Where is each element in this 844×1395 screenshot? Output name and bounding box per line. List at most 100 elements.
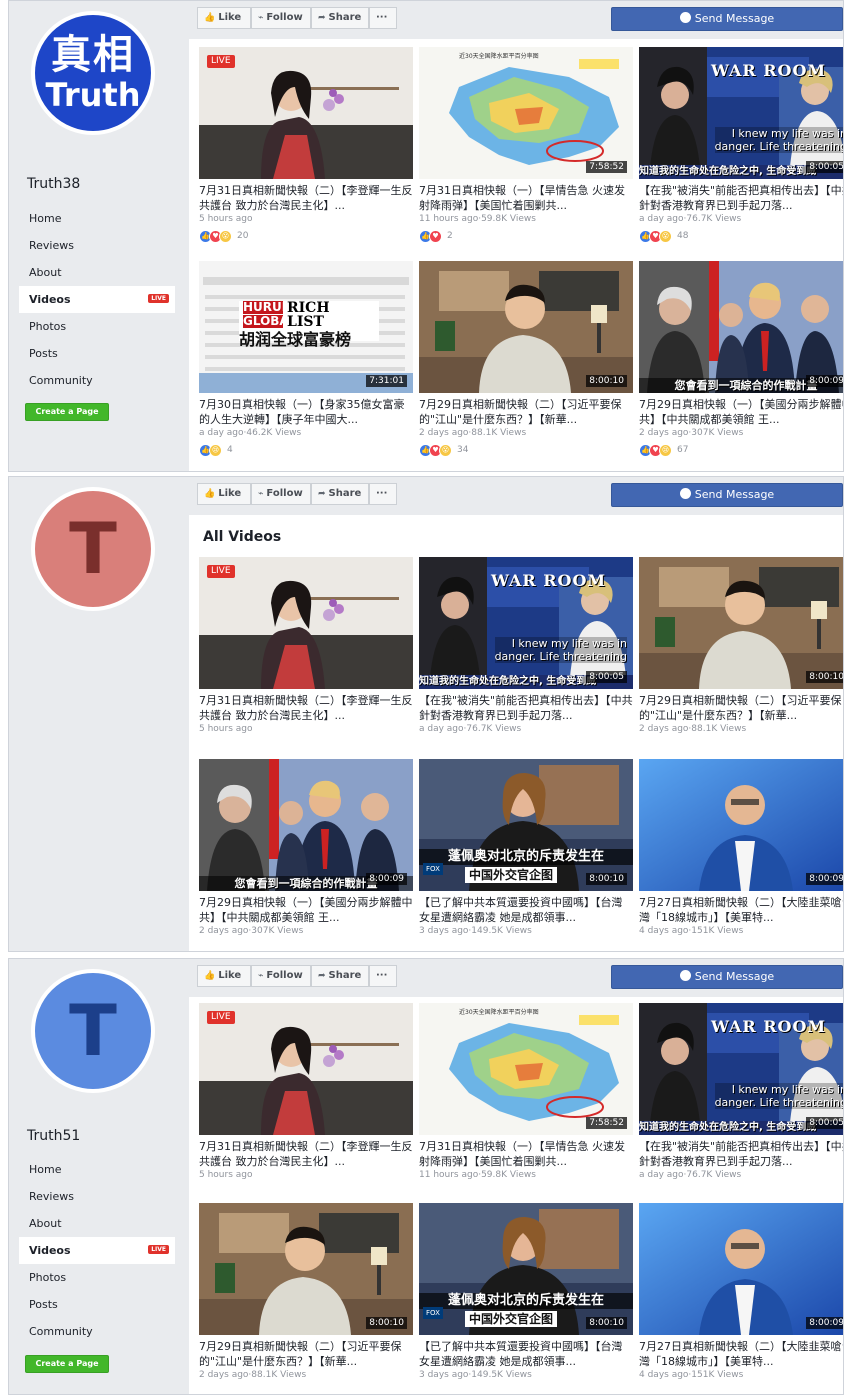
video-tile[interactable]: 蓬佩奥对北京的斥责发生在 中国外交官企图 FOX 8:00:10 【已了解中共本質還要投… bbox=[419, 759, 633, 949]
video-title[interactable]: 7月29日真相快報（一）【美國分兩步解體中共】【中共關成都美領館 王... bbox=[199, 895, 413, 925]
nav-item-videos[interactable]: Videos LIVE bbox=[19, 1237, 175, 1264]
video-title[interactable]: 7月29日真相新聞快報（二）【习近平要保的"江山"是什麼东西？】【新華... bbox=[199, 1339, 413, 1369]
video-tile[interactable]: 近30天全国降水距平百分率图 7:58:52 7月31日真相快報（一）【旱情告急 火… bbox=[419, 1003, 633, 1193]
reactions[interactable]: 👍 ♥ 😮 34 bbox=[419, 443, 468, 457]
video-tile[interactable]: LIVE 7月31日真相新聞快報（二）【李登輝一生反共護台 致力於台灣民主化】..… bbox=[199, 557, 413, 747]
video-tile[interactable]: HURUN GLOBAL RICH LIST 胡润全球富豪榜 7:31:01 7月30日真相… bbox=[199, 261, 413, 461]
video-title[interactable]: 7月31日真相新聞快報（二）【李登輝一生反共護台 致力於台灣民主化】... bbox=[199, 693, 413, 723]
video-thumbnail[interactable]: LIVE bbox=[199, 47, 413, 179]
video-title[interactable]: 7月27日真相新聞快報（二）【大陸韭菜嗆台灣「18線城市」】【美軍特... bbox=[639, 1339, 843, 1369]
video-thumbnail[interactable]: 8:00:09 bbox=[639, 759, 843, 891]
nav-item-photos[interactable]: Photos bbox=[19, 1264, 175, 1291]
more-button[interactable]: ··· bbox=[369, 965, 397, 987]
sad-reaction-icon: 😢 bbox=[209, 443, 222, 457]
video-thumbnail[interactable]: 近30天全国降水距平百分率图 7:58:52 bbox=[419, 47, 633, 179]
video-thumbnail[interactable]: WAR ROOM I knew my life was in danger. Lif… bbox=[639, 1003, 843, 1135]
nav-item-about[interactable]: About bbox=[19, 259, 175, 286]
video-thumbnail[interactable]: 蓬佩奥对北京的斥责发生在 中国外交官企图 FOX 8:00:10 bbox=[419, 759, 633, 891]
video-thumbnail[interactable]: WAR ROOM I knew my life was in danger. Lif… bbox=[639, 47, 843, 179]
video-title[interactable]: 【在我"被消失"前能否把真相传出去】【中共針對香港教育界已到手起刀落... bbox=[639, 183, 843, 213]
more-button[interactable]: ··· bbox=[369, 483, 397, 505]
video-tile[interactable]: 8:00:10 7月29日真相新聞快報（二）【习近平要保的"江山"是什麼东西？】【… bbox=[639, 557, 843, 747]
nav-item-home[interactable]: Home bbox=[19, 205, 175, 232]
video-title[interactable]: 7月31日真相新聞快報（二）【李登輝一生反共護台 致力於台灣民主化】... bbox=[199, 1139, 413, 1169]
create-page-button[interactable]: Create a Page bbox=[25, 1355, 109, 1373]
video-tile[interactable]: 8:00:09 7月27日真相新聞快報（二）【大陸韭菜嗆台灣「18線城市」】【美軍… bbox=[639, 1203, 843, 1393]
follow-button[interactable]: ⌁ Follow bbox=[251, 7, 311, 29]
nav-item-community[interactable]: Community bbox=[19, 1318, 175, 1345]
video-title[interactable]: 【已了解中共本質還要投資中國嗎】【台灣女星遭網絡霸凌 她是成都領事... bbox=[419, 895, 633, 925]
live-badge: LIVE bbox=[207, 55, 235, 68]
video-thumbnail[interactable]: 您會看到一項綜合的作戰計畫 8:00:09 bbox=[639, 261, 843, 393]
nav-item-about[interactable]: About bbox=[19, 1210, 175, 1237]
nav-item-community[interactable]: Community bbox=[19, 367, 175, 394]
reactions[interactable]: 👍 ♥ 😮 20 bbox=[199, 229, 248, 243]
video-title[interactable]: 7月27日真相新聞快報（二）【大陸韭菜嗆台灣「18線城市」】【美軍特... bbox=[639, 895, 843, 925]
video-thumbnail[interactable]: LIVE bbox=[199, 557, 413, 689]
reactions[interactable]: 👍 😢 4 bbox=[199, 443, 233, 457]
reactions[interactable]: 👍 ♥ 😮 48 bbox=[639, 229, 688, 243]
video-title[interactable]: 【在我"被消失"前能否把真相传出去】【中共針對香港教育界已到手起刀落... bbox=[639, 1139, 843, 1169]
follow-button[interactable]: ⌁ Follow bbox=[251, 483, 311, 505]
nav-item-reviews[interactable]: Reviews bbox=[19, 1183, 175, 1210]
send-message-button[interactable]: Send Message bbox=[611, 483, 843, 507]
send-message-button[interactable]: Send Message bbox=[611, 7, 843, 31]
page-name[interactable]: Truth51 bbox=[27, 1128, 80, 1144]
video-thumbnail[interactable]: 8:00:10 bbox=[199, 1203, 413, 1335]
nav-item-posts[interactable]: Posts bbox=[19, 1291, 175, 1318]
nav-item-posts[interactable]: Posts bbox=[19, 340, 175, 367]
video-thumbnail[interactable]: LIVE bbox=[199, 1003, 413, 1135]
thumbnail-caption: 近30天全国降水距平百分率图 bbox=[459, 1009, 539, 1016]
video-thumbnail[interactable]: 8:00:10 bbox=[639, 557, 843, 689]
video-title[interactable]: 7月29日真相新聞快報（二）【习近平要保的"江山"是什麼东西？】【新華... bbox=[639, 693, 843, 723]
video-tile[interactable]: 8:00:09 7月27日真相新聞快報（二）【大陸韭菜嗆台灣「18線城市」】【美軍… bbox=[639, 759, 843, 949]
video-title[interactable]: 7月31日真相快報（一）【旱情告急 火速发射降雨弹】【美国忙着围剿共... bbox=[419, 1139, 633, 1169]
video-tile[interactable]: WAR ROOM I knew my life was in danger. Lif… bbox=[419, 557, 633, 747]
video-title[interactable]: 7月29日真相快報（一）【美國分兩步解體中共】【中共關成都美領館 王... bbox=[639, 397, 843, 427]
nav-item-reviews[interactable]: Reviews bbox=[19, 232, 175, 259]
page-name[interactable]: Truth38 bbox=[27, 176, 80, 192]
video-tile[interactable]: 8:00:10 7月29日真相新聞快報（二）【习近平要保的"江山"是什麼东西？】【… bbox=[419, 261, 633, 461]
video-title[interactable]: 7月31日真相快報（一）【旱情告急 火速发射降雨弹】【美国忙着围剿共... bbox=[419, 183, 633, 213]
share-button[interactable]: ➦ Share bbox=[311, 483, 369, 505]
video-tile[interactable]: 8:00:10 7月29日真相新聞快報（二）【习近平要保的"江山"是什麼东西？】【… bbox=[199, 1203, 413, 1393]
share-button[interactable]: ➦ Share bbox=[311, 7, 369, 29]
video-thumbnail[interactable]: 蓬佩奥对北京的斥责发生在 中国外交官企图 FOX 8:00:10 bbox=[419, 1203, 633, 1335]
video-meta: 2 days ago·88.1K Views bbox=[199, 1370, 307, 1380]
share-button[interactable]: ➦ Share bbox=[311, 965, 369, 987]
reactions[interactable]: 👍 ♥ 😢 67 bbox=[639, 443, 688, 457]
nav-item-photos[interactable]: Photos bbox=[19, 313, 175, 340]
create-page-button[interactable]: Create a Page bbox=[25, 403, 109, 421]
video-title[interactable]: 7月30日真相快報（一）【身家35億女富豪的人生大逆轉】【庚子年中國大... bbox=[199, 397, 413, 427]
video-tile[interactable]: LIVE 7月31日真相新聞快報（二）【李登輝一生反共護台 致力於台灣民主化】..… bbox=[199, 47, 413, 247]
video-thumbnail[interactable]: HURUN GLOBAL RICH LIST 胡润全球富豪榜 7:31:01 bbox=[199, 261, 413, 393]
video-title[interactable]: 7月31日真相新聞快報（二）【李登輝一生反共護台 致力於台灣民主化】... bbox=[199, 183, 413, 213]
video-tile[interactable]: 您會看到一項綜合的作戰計畫 8:00:09 7月29日真相快報（一）【美國分兩步解體… bbox=[199, 759, 413, 949]
nav-item-home[interactable]: Home bbox=[19, 1156, 175, 1183]
video-thumbnail[interactable]: 近30天全国降水距平百分率图 7:58:52 bbox=[419, 1003, 633, 1135]
video-thumbnail[interactable]: 8:00:09 bbox=[639, 1203, 843, 1335]
video-tile[interactable]: WAR ROOM I knew my life was in danger. Lif… bbox=[639, 1003, 843, 1193]
video-title[interactable]: 【已了解中共本質還要投資中國嗎】【台灣女星遭網絡霸凌 她是成都領事... bbox=[419, 1339, 633, 1369]
video-tile[interactable]: WAR ROOM I knew my life was in danger. Lif… bbox=[639, 47, 843, 247]
page-avatar[interactable]: T bbox=[31, 969, 155, 1093]
video-thumbnail[interactable]: 您會看到一項綜合的作戰計畫 8:00:09 bbox=[199, 759, 413, 891]
nav-item-videos[interactable]: Videos LIVE bbox=[19, 286, 175, 313]
video-tile[interactable]: 近30天全国降水距平百分率图 7:58:52 7月31日真相快報（一）【旱情告急 火… bbox=[419, 47, 633, 247]
page-avatar[interactable]: T bbox=[31, 487, 155, 611]
video-thumbnail[interactable]: WAR ROOM I knew my life was in danger. Lif… bbox=[419, 557, 633, 689]
like-button[interactable]: 👍 Like bbox=[197, 483, 251, 505]
follow-button[interactable]: ⌁ Follow bbox=[251, 965, 311, 987]
video-tile[interactable]: LIVE 7月31日真相新聞快報（二）【李登輝一生反共護台 致力於台灣民主化】..… bbox=[199, 1003, 413, 1193]
page-avatar[interactable]: 真相 Truth bbox=[31, 11, 155, 135]
video-tile[interactable]: 蓬佩奥对北京的斥责发生在 中国外交官企图 FOX 8:00:10 【已了解中共本質還要投… bbox=[419, 1203, 633, 1393]
like-button[interactable]: 👍 Like bbox=[197, 7, 251, 29]
reactions[interactable]: 👍 ♥ 2 bbox=[419, 229, 453, 243]
more-button[interactable]: ··· bbox=[369, 7, 397, 29]
video-title[interactable]: 7月29日真相新聞快報（二）【习近平要保的"江山"是什麼东西？】【新華... bbox=[419, 397, 633, 427]
video-thumbnail[interactable]: 8:00:10 bbox=[419, 261, 633, 393]
send-message-button[interactable]: Send Message bbox=[611, 965, 843, 989]
like-button[interactable]: 👍 Like bbox=[197, 965, 251, 987]
video-title[interactable]: 【在我"被消失"前能否把真相传出去】【中共針對香港教育界已到手起刀落... bbox=[419, 693, 633, 723]
video-tile[interactable]: 您會看到一項綜合的作戰計畫 8:00:09 7月29日真相快報（一）【美國分兩步解體… bbox=[639, 261, 843, 461]
